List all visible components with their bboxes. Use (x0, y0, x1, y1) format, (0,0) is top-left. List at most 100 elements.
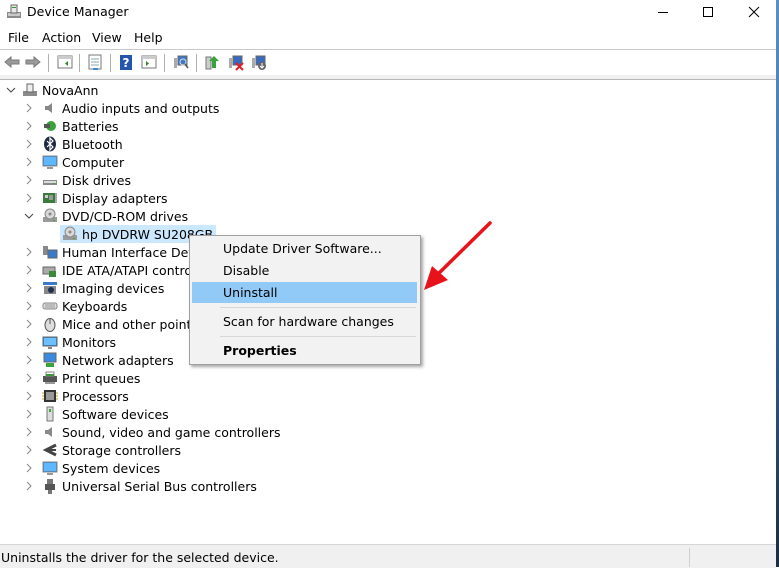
chevron-right-icon[interactable] (24, 409, 34, 419)
menu-view[interactable]: View (92, 30, 122, 45)
tree-category-item[interactable]: Disk drives (24, 171, 131, 189)
tree-category-item[interactable]: Batteries (24, 117, 119, 135)
display-adapter-icon (43, 193, 57, 203)
chevron-right-icon[interactable] (24, 301, 34, 311)
minimize-button[interactable] (640, 0, 686, 24)
monitor-icon (42, 336, 58, 349)
tree-category-item[interactable]: Keyboards (24, 297, 127, 315)
chevron-right-icon[interactable] (24, 175, 34, 185)
svg-text:?: ? (123, 56, 130, 70)
context-menu-scan-hardware[interactable]: Scan for hardware changes (192, 311, 417, 332)
tree-item-label: Audio inputs and outputs (62, 100, 220, 116)
menu-file[interactable]: File (8, 30, 29, 45)
chevron-right-icon[interactable] (24, 103, 34, 113)
tree-category-item[interactable]: Display adapters (24, 189, 167, 207)
chevron-right-icon[interactable] (24, 373, 34, 383)
title-bar: Device Manager (0, 0, 776, 26)
help-icon[interactable]: ? (117, 53, 135, 71)
tree-item-label: Network adapters (62, 352, 174, 368)
back-icon[interactable] (3, 53, 21, 71)
tree-item-label: Storage controllers (62, 442, 182, 458)
chevron-right-icon[interactable] (24, 355, 34, 365)
chevron-right-icon[interactable] (24, 121, 34, 131)
tree-category-item[interactable]: Network adapters (24, 351, 174, 369)
chevron-right-icon[interactable] (24, 463, 34, 473)
chevron-right-icon[interactable] (24, 139, 34, 149)
tree-item-label: Imaging devices (62, 280, 165, 296)
disable-device-icon[interactable] (250, 53, 268, 71)
tree-item-label: Sound, video and game controllers (62, 424, 281, 440)
tree-category-item[interactable]: Storage controllers (24, 441, 181, 459)
tree-category-item[interactable]: Monitors (24, 333, 116, 351)
chevron-down-icon[interactable] (6, 85, 16, 95)
context-menu-item-label: Properties (223, 343, 297, 358)
chevron-right-icon[interactable] (24, 319, 34, 329)
tree-category-item[interactable]: System devices (24, 459, 160, 477)
tree-item-label: Universal Serial Bus controllers (62, 478, 257, 494)
forward-icon[interactable] (24, 53, 42, 71)
tree-item-label: Keyboards (62, 298, 128, 314)
context-menu-update-driver[interactable]: Update Driver Software... (192, 238, 417, 259)
menu-help[interactable]: Help (134, 30, 163, 45)
tree-category-item[interactable]: Sound, video and game controllers (24, 423, 281, 441)
tree-root[interactable]: NovaAnn (6, 81, 98, 99)
tree-category-item[interactable]: Print queues (24, 369, 140, 387)
chevron-right-icon[interactable] (24, 247, 34, 257)
context-menu-item-label: Scan for hardware changes (223, 314, 394, 329)
chevron-right-icon[interactable] (24, 445, 34, 455)
tree-category-item[interactable]: Computer (24, 153, 124, 171)
status-divider (689, 548, 690, 567)
console-tree-icon[interactable] (56, 53, 74, 71)
bluetooth-icon (44, 136, 56, 152)
chevron-right-icon[interactable] (24, 157, 34, 167)
chevron-right-icon[interactable] (24, 265, 34, 275)
camera-icon (43, 282, 57, 294)
tree-category-item[interactable]: Processors (24, 387, 129, 405)
chevron-right-icon[interactable] (24, 283, 34, 293)
action-pane-icon[interactable] (140, 53, 158, 71)
context-menu-disable[interactable]: Disable (192, 260, 417, 281)
menu-bar: File Action View Help (0, 27, 776, 49)
tree-category-item[interactable]: Bluetooth (24, 135, 123, 153)
chevron-right-icon[interactable] (24, 391, 34, 401)
uninstall-device-icon[interactable] (227, 53, 245, 71)
dvd-drive-icon (43, 208, 57, 222)
chevron-right-icon[interactable] (24, 337, 34, 347)
chevron-right-icon[interactable] (24, 481, 34, 491)
tree-category-item[interactable]: Imaging devices (24, 279, 164, 297)
computer-root-icon (23, 83, 37, 96)
context-menu-uninstall[interactable]: Uninstall (192, 282, 417, 303)
close-button[interactable] (731, 0, 777, 24)
context-menu: Update Driver Software... Disable Uninst… (189, 235, 421, 365)
chevron-right-icon[interactable] (24, 427, 34, 437)
maximize-button[interactable] (685, 0, 731, 24)
chevron-down-icon[interactable] (24, 211, 34, 221)
maximize-icon (703, 7, 713, 17)
tree-category-item[interactable]: Universal Serial Bus controllers (24, 477, 257, 495)
tree-category-item[interactable]: Software devices (24, 405, 169, 423)
battery-icon (44, 121, 56, 131)
speaker-icon (45, 103, 52, 113)
toolbar-separator (110, 54, 111, 72)
processor-icon (42, 390, 58, 402)
context-menu-properties[interactable]: Properties (192, 340, 417, 361)
tree-category-item[interactable]: Audio inputs and outputs (24, 99, 219, 117)
menu-action[interactable]: Action (42, 30, 81, 45)
scan-hardware-icon[interactable] (172, 53, 190, 71)
status-bar: Uninstalls the driver for the selected d… (0, 544, 776, 568)
tree-item-label: DVD/CD-ROM drives (62, 208, 189, 224)
tree-item-label: Software devices (62, 406, 169, 422)
tree-item-label: Batteries (62, 118, 119, 134)
tree-item-label: Bluetooth (62, 136, 123, 152)
update-driver-icon[interactable] (203, 53, 221, 71)
disk-drive-icon (43, 180, 57, 185)
properties-icon[interactable] (86, 53, 104, 71)
keyboard-icon (42, 302, 58, 310)
printer-icon (43, 371, 57, 384)
tree-item-label: Disk drives (62, 172, 131, 188)
chevron-right-icon[interactable] (24, 193, 34, 203)
tree-item-label: System devices (62, 460, 161, 476)
tree-category-item[interactable]: DVD/CD-ROM drives (24, 207, 188, 225)
computer-icon (42, 461, 58, 475)
mouse-icon (44, 318, 56, 332)
